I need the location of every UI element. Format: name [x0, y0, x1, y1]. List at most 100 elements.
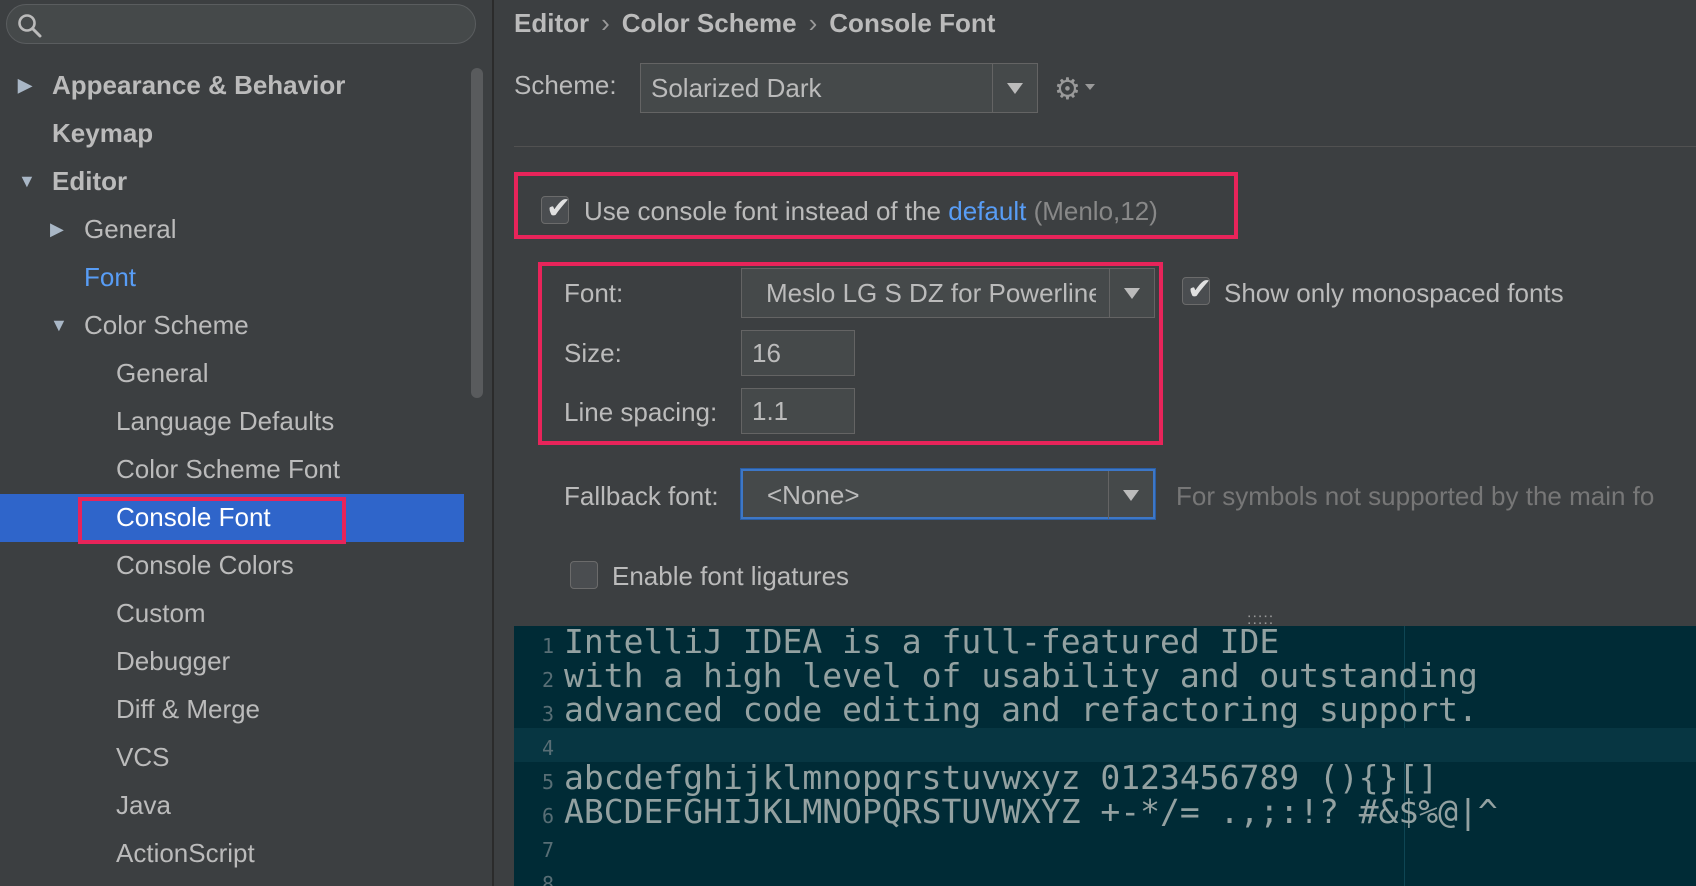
sidebar-item-debugger[interactable]: Debugger	[116, 638, 230, 684]
sidebar-scrollbar[interactable]	[471, 68, 483, 398]
sidebar-item-color-scheme[interactable]: ▼ Color Scheme	[50, 302, 249, 348]
settings-sidebar: ▶ Appearance & Behavior Keymap ▼ Editor ▶ Gene…	[0, 0, 483, 886]
line-number: 4	[541, 736, 554, 760]
enable-ligatures-label: Enable font ligatures	[612, 561, 850, 591]
sidebar-item-keymap[interactable]: Keymap	[52, 110, 153, 156]
preview-line: 4	[514, 728, 1696, 762]
sidebar-item-label: VCS	[116, 742, 170, 772]
preview-line: 1 IntelliJ IDEA is a full-featured IDE	[514, 626, 1696, 661]
size-value: 16	[752, 338, 781, 368]
breadcrumb: Editor › Color Scheme › Console Font	[514, 8, 995, 39]
preview-code-text: advanced code editing and refactoring su…	[564, 690, 1478, 729]
sidebar-item-label: General	[84, 214, 177, 244]
breadcrumb-console-font: Console Font	[829, 8, 996, 38]
sidebar-item-font[interactable]: Font	[84, 254, 136, 300]
show-monospaced-checkbox[interactable]: ✔	[1182, 273, 1212, 306]
collapse-arrow-icon[interactable]: ▶	[18, 62, 38, 108]
enable-ligatures-checkbox[interactable]	[570, 561, 598, 589]
console-font-highlight-box	[78, 497, 346, 544]
breadcrumb-separator: ›	[601, 8, 610, 38]
checkmark-icon: ✔	[1187, 273, 1213, 306]
default-font-link[interactable]: default	[948, 196, 1026, 226]
preview-line: 6 ABCDEFGHIJKLMNOPQRSTUVWXYZ +-*/= .,;:!?…	[514, 792, 1696, 831]
sidebar-item-editor[interactable]: ▼ Editor	[18, 158, 128, 204]
font-value: Meslo LG S DZ for Powerline	[766, 278, 1096, 308]
size-input[interactable]: 16	[741, 330, 855, 376]
breadcrumb-editor[interactable]: Editor	[514, 8, 589, 38]
fallback-font-value: <None>	[767, 480, 860, 510]
font-dropdown[interactable]: Meslo LG S DZ for Powerline	[741, 268, 1155, 318]
search-icon	[18, 14, 42, 38]
sidebar-item-label: General	[116, 358, 209, 388]
sidebar-item-label: Debugger	[116, 646, 231, 676]
line-spacing-label: Line spacing:	[564, 397, 718, 427]
settings-search-input[interactable]	[6, 4, 476, 44]
sidebar-item-label: Font	[84, 262, 137, 292]
sidebar-item-label: Console Colors	[116, 550, 294, 580]
expand-arrow-icon[interactable]: ▼	[50, 302, 70, 348]
sidebar-item-label: Java	[116, 790, 171, 820]
sidebar-item-console-colors[interactable]: Console Colors	[116, 542, 294, 588]
sidebar-item-custom[interactable]: Custom	[116, 590, 206, 636]
line-number: 8	[541, 872, 554, 886]
use-console-font-checkbox[interactable]: ✔	[541, 192, 571, 225]
sidebar-item-diff-merge[interactable]: Diff & Merge	[116, 686, 260, 732]
fallback-font-dropdown[interactable]: <None>	[741, 469, 1155, 519]
sidebar-item-label: Editor	[52, 166, 128, 196]
preview-line: 2 with a high level of usability and outs…	[514, 656, 1696, 695]
panel-divider[interactable]	[492, 0, 494, 886]
preview-line: 7	[514, 830, 1696, 864]
sidebar-item-label: Diff & Merge	[116, 694, 261, 724]
preview-line: 5 abcdefghijklmnopqrstuvwxyz 0123456789 (…	[514, 758, 1696, 797]
use-console-font-label: Use console font instead of the default …	[584, 196, 1158, 227]
sidebar-item-general[interactable]: General	[116, 350, 209, 396]
scheme-value: Solarized Dark	[651, 73, 822, 103]
scheme-label: Scheme:	[514, 70, 617, 100]
font-preview-editor[interactable]: 1 IntelliJ IDEA is a full-featured IDE 2 wi…	[514, 626, 1696, 886]
line-number: 5	[541, 770, 554, 794]
show-monospaced-label: Show only monospaced fonts	[1224, 278, 1564, 308]
line-spacing-input[interactable]: 1.1	[741, 388, 855, 434]
breadcrumb-separator: ›	[808, 8, 818, 38]
use-console-font-text: Use console font instead of the	[584, 196, 942, 226]
line-number: 3	[541, 702, 554, 726]
preview-code-text: ABCDEFGHIJKLMNOPQRSTUVWXYZ +-*/= .,;:!? …	[564, 792, 1498, 831]
preview-line: 8	[514, 864, 1696, 886]
sidebar-item-actionscript[interactable]: ActionScript	[116, 830, 255, 876]
breadcrumb-color-scheme[interactable]: Color Scheme	[622, 8, 797, 38]
scheme-dropdown[interactable]: Solarized Dark	[640, 63, 1038, 113]
chevron-down-icon[interactable]	[1108, 471, 1153, 519]
chevron-down-icon[interactable]	[992, 64, 1037, 112]
size-label: Size:	[564, 338, 622, 368]
sidebar-item-appearance-behavior[interactable]: ▶ Appearance & Behavior	[18, 62, 346, 108]
sidebar-item-label: Color Scheme	[84, 310, 249, 340]
sidebar-item-color-scheme-font[interactable]: Color Scheme Font	[116, 446, 340, 492]
sidebar-item-label: Custom	[116, 598, 206, 628]
line-number: 2	[541, 668, 554, 692]
sidebar-item-general[interactable]: ▶ General	[50, 206, 177, 252]
sidebar-item-vcs[interactable]: VCS	[116, 734, 169, 780]
sidebar-item-java[interactable]: Java	[116, 782, 171, 828]
separator-line	[514, 146, 1696, 147]
sidebar-item-label: Appearance & Behavior	[52, 70, 346, 100]
line-spacing-value: 1.1	[752, 396, 789, 426]
line-number: 1	[541, 634, 554, 658]
preview-line: 3 advanced code editing and refactoring s…	[514, 690, 1696, 729]
gear-icon[interactable]: ⚙	[1054, 72, 1081, 107]
sidebar-item-label: Language Defaults	[116, 406, 335, 436]
sidebar-item-label: ActionScript	[116, 838, 255, 868]
line-number: 6	[541, 804, 554, 828]
fallback-font-hint: For symbols not supported by the main fo	[1176, 481, 1655, 511]
sidebar-item-label: Color Scheme Font	[116, 454, 340, 484]
line-number: 7	[541, 838, 554, 862]
font-label: Font:	[564, 278, 624, 308]
default-font-value: (Menlo,12)	[1033, 196, 1158, 226]
checkmark-icon: ✔	[546, 192, 572, 225]
sidebar-item-language-defaults[interactable]: Language Defaults	[116, 398, 334, 444]
sidebar-item-label: Keymap	[52, 118, 154, 148]
collapse-arrow-icon[interactable]: ▶	[50, 206, 70, 252]
gear-dropdown-caret-icon[interactable]	[1085, 84, 1095, 90]
expand-arrow-icon[interactable]: ▼	[18, 158, 38, 204]
chevron-down-icon[interactable]	[1109, 269, 1154, 317]
fallback-font-label: Fallback font:	[564, 481, 719, 511]
